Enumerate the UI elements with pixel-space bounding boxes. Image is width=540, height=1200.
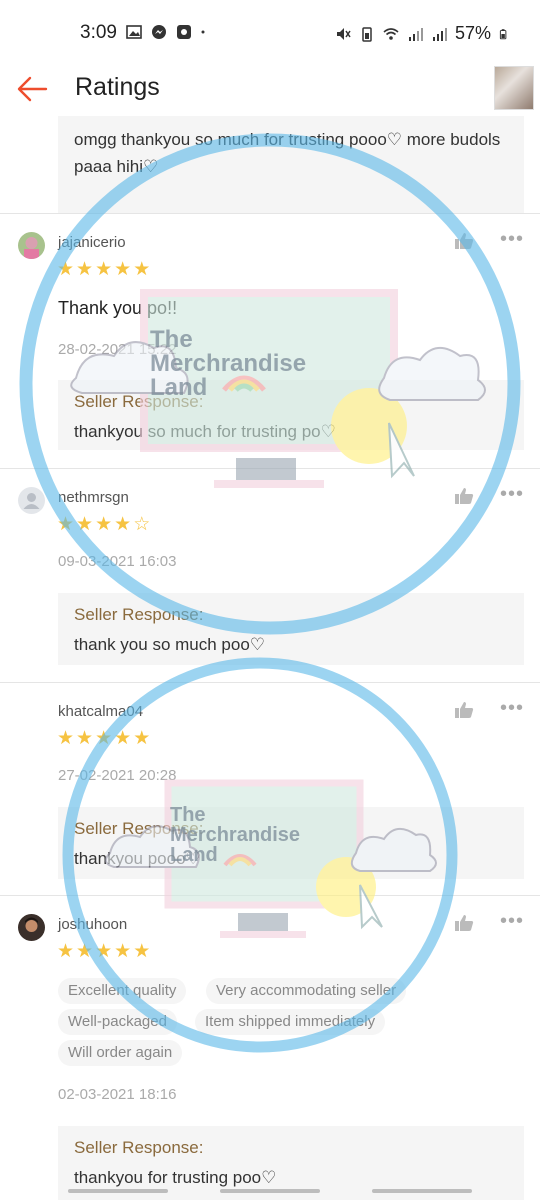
wifi-icon [383, 27, 399, 40]
star-filled-icon: ★ [95, 259, 113, 280]
seller-response-label: Seller Response: [74, 605, 204, 624]
seller-response-text: thank you so much poo♡ [74, 635, 266, 654]
star-filled-icon: ★ [57, 514, 75, 535]
star-filled-icon: ★ [133, 259, 151, 280]
notification-icons [126, 24, 209, 40]
mute-icon [336, 27, 351, 40]
review-item: joshuhoon ••• ★ ★ ★ ★ ★ Excellent qualit… [0, 896, 540, 1200]
product-thumbnail[interactable] [494, 66, 534, 110]
avatar[interactable] [18, 487, 45, 514]
review-date: 09-03-2021 16:03 [58, 553, 177, 570]
review-date: 27-02-2021 20:28 [58, 767, 177, 784]
star-rating: ★ ★ ★ ★ ★ [57, 729, 150, 748]
thumbs-up-icon[interactable] [454, 232, 474, 250]
star-filled-icon: ★ [76, 514, 94, 535]
seller-response-label: Seller Response: [74, 819, 204, 838]
seller-response-label: Seller Response: [74, 1138, 204, 1157]
more-options-icon[interactable]: ••• [500, 484, 524, 504]
seller-response-text: thankyou so much for trusting po♡ [74, 422, 336, 441]
seller-response-box: Seller Response: thankyou so much for tr… [58, 380, 524, 450]
back-arrow-icon[interactable] [16, 74, 48, 104]
thumbs-up-icon[interactable] [454, 487, 474, 505]
avatar-photo-icon [18, 914, 45, 941]
star-filled-icon: ★ [133, 728, 151, 749]
ratings-list[interactable]: omgg thankyou so much for trusting pooo♡… [0, 116, 540, 1200]
star-filled-icon: ★ [57, 941, 75, 962]
review-tag: Will order again [58, 1040, 183, 1066]
status-bar: 3:09 57% [0, 0, 540, 64]
system-icons: 57% [335, 23, 510, 44]
reviewer-username[interactable]: joshuhoon [58, 916, 127, 933]
review-tag: Very accommodating seller [206, 978, 407, 1004]
page-title: Ratings [75, 73, 160, 101]
avatar[interactable] [18, 914, 45, 941]
star-rating: ★ ★ ★ ★ ☆ [57, 515, 150, 534]
reviewer-username[interactable]: khatcalma04 [58, 703, 143, 720]
status-time: 3:09 [80, 22, 117, 43]
review-item: jajanicerio ••• ★ ★ ★ ★ ★ Thank you po!!… [0, 214, 540, 468]
dot-icon [201, 30, 205, 34]
seller-response-box: Seller Response: thankyou pooo♡ [58, 807, 524, 879]
battery-icon [499, 28, 507, 39]
reviewer-username[interactable]: jajanicerio [58, 234, 126, 251]
nav-home-button[interactable] [220, 1189, 320, 1193]
star-filled-icon: ★ [114, 941, 132, 962]
star-empty-icon: ☆ [133, 514, 151, 535]
star-filled-icon: ★ [133, 941, 151, 962]
system-nav-bar [0, 1184, 540, 1200]
gallery-icon [126, 25, 142, 39]
seller-response-text: thankyou pooo♡ [74, 849, 201, 868]
seller-response-text: omgg thankyou so much for trusting pooo♡… [74, 130, 501, 176]
default-avatar-icon [23, 493, 40, 509]
star-filled-icon: ★ [95, 728, 113, 749]
more-options-icon[interactable]: ••• [500, 911, 524, 931]
battery-saver-icon [362, 26, 372, 42]
partial-review: omgg thankyou so much for trusting pooo♡… [0, 116, 540, 214]
review-tag: Item shipped immediately [195, 1009, 386, 1035]
star-filled-icon: ★ [95, 941, 113, 962]
battery-percent: 57% [454, 23, 491, 43]
more-options-icon[interactable]: ••• [500, 229, 524, 249]
signal-icon-2 [432, 27, 447, 41]
seller-response-label: Seller Response: [74, 392, 204, 411]
thumbs-up-icon[interactable] [454, 914, 474, 932]
star-filled-icon: ★ [114, 259, 132, 280]
review-date: 02-03-2021 18:16 [58, 1086, 177, 1103]
star-filled-icon: ★ [76, 941, 94, 962]
star-rating: ★ ★ ★ ★ ★ [57, 260, 150, 279]
star-filled-icon: ★ [57, 728, 75, 749]
reviewer-username[interactable]: nethmrsgn [58, 489, 129, 506]
review-item: khatcalma04 ••• ★ ★ ★ ★ ★ 27-02-2021 20:… [0, 683, 540, 895]
star-filled-icon: ★ [76, 259, 94, 280]
nav-recents-button[interactable] [68, 1189, 168, 1193]
signal-icon-1 [408, 27, 423, 41]
more-options-icon[interactable]: ••• [500, 698, 524, 718]
star-rating: ★ ★ ★ ★ ★ [57, 942, 150, 961]
review-item: nethmrsgn ••• ★ ★ ★ ★ ☆ 09-03-2021 16:03… [0, 469, 540, 681]
messenger-icon [152, 25, 166, 39]
seller-response-box: Seller Response: thank you so much poo♡ [58, 593, 524, 665]
star-filled-icon: ★ [114, 514, 132, 535]
review-comment: Thank you po!! [58, 298, 178, 318]
review-date: 28-02-2021 15:22 [58, 341, 177, 358]
avatar-photo-icon [18, 232, 45, 259]
thumbs-up-icon[interactable] [454, 701, 474, 719]
review-tag: Well-packaged [58, 1009, 177, 1035]
seller-response-box: omgg thankyou so much for trusting pooo♡… [58, 116, 524, 214]
app-header: Ratings [0, 64, 540, 116]
review-tag: Excellent quality [58, 978, 187, 1004]
nav-back-button[interactable] [372, 1189, 472, 1193]
star-filled-icon: ★ [57, 259, 75, 280]
star-filled-icon: ★ [114, 728, 132, 749]
review-tags: Excellent quality Very accommodating sel… [58, 978, 498, 1068]
avatar[interactable] [18, 232, 45, 259]
photos-icon [177, 25, 191, 39]
star-filled-icon: ★ [76, 728, 94, 749]
star-filled-icon: ★ [95, 514, 113, 535]
